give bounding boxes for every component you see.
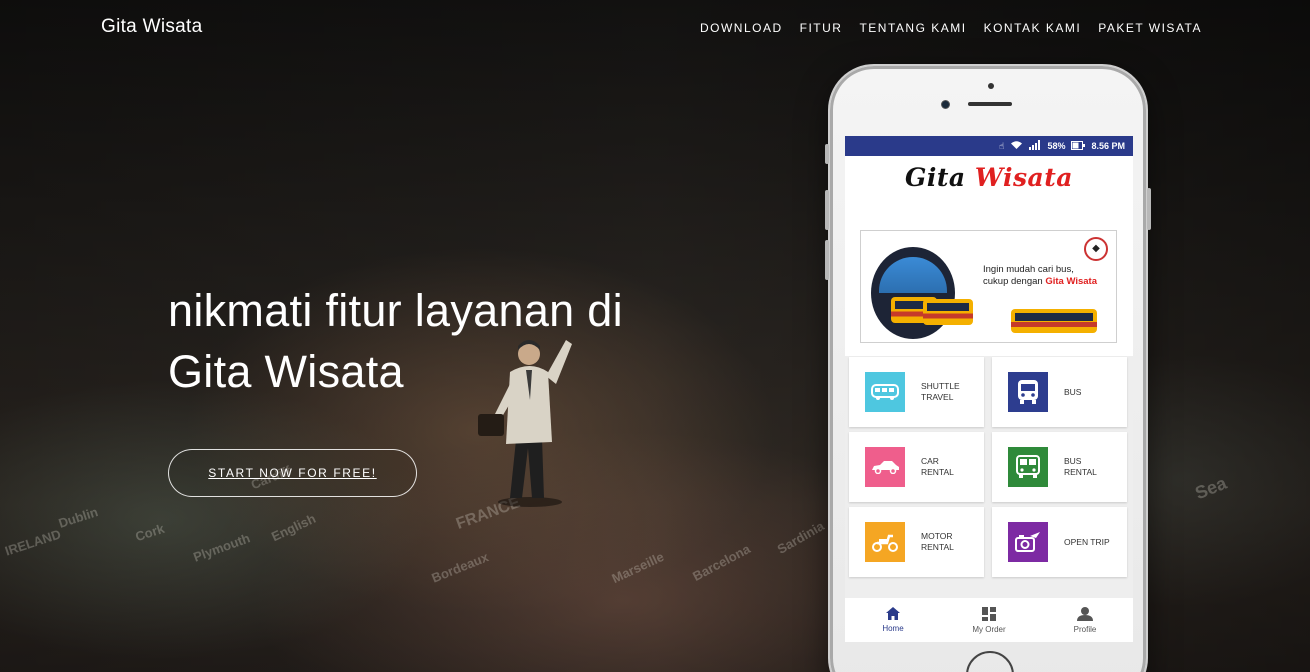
tile-bus[interactable]: BUS — [992, 357, 1127, 427]
phone-side-button — [1147, 188, 1151, 230]
banner-text: Ingin mudah cari bus, cukup dengan Gita … — [983, 264, 1097, 288]
app-header: Gita Wisata Ingin mudah cari bus, cukup … — [845, 156, 1133, 356]
banner-line2-brand: Gita Wisata — [1045, 276, 1097, 287]
status-time: 8.56 PM — [1091, 141, 1125, 151]
dashboard-icon — [982, 606, 996, 621]
banner-line2-prefix: cukup dengan — [983, 276, 1043, 287]
battery-percent: 58% — [1047, 141, 1066, 151]
bottom-navigation: Home My Order Profile — [845, 598, 1133, 642]
bottom-nav-label: Home — [882, 624, 904, 633]
bus-rental-icon — [1008, 447, 1048, 487]
company-logo-icon: ◆ — [1084, 237, 1108, 261]
terminal-illustration — [871, 247, 955, 339]
touch-icon: ☝ — [998, 140, 1005, 151]
earpiece-speaker — [968, 102, 1012, 106]
wifi-icon — [1010, 140, 1023, 152]
app-title-part1: Gita — [905, 163, 966, 192]
shuttle-icon — [865, 372, 905, 412]
promo-banner[interactable]: Ingin mudah cari bus, cukup dengan Gita … — [860, 230, 1117, 343]
tile-label: OPEN TRIP — [1064, 536, 1110, 547]
nav-tentang-kami[interactable]: TENTANG KAMI — [859, 21, 966, 35]
scooter-icon — [865, 522, 905, 562]
hero-headline: nikmati fitur layanan di Gita Wisata — [168, 280, 688, 402]
tile-label: BUS RENTAL — [1064, 456, 1097, 477]
nav-kontak-kami[interactable]: KONTAK KAMI — [984, 21, 1082, 35]
battery-icon — [1071, 140, 1086, 152]
app-title: Gita Wisata — [845, 163, 1133, 192]
phone-screen: ☝ 58% 8.56 PM Gita Wisata Ingin mudah ca… — [845, 136, 1133, 642]
open-trip-icon — [1008, 522, 1048, 562]
tile-car-rental[interactable]: CAR RENTAL — [849, 432, 984, 502]
tile-label: MOTOR RENTAL — [921, 531, 954, 552]
proximity-sensor — [988, 83, 994, 89]
tile-open-trip[interactable]: OPEN TRIP — [992, 507, 1127, 577]
status-bar: ☝ 58% 8.56 PM — [845, 136, 1133, 156]
main-nav: DOWNLOAD FITUR TENTANG KAMI KONTAK KAMI … — [700, 21, 1202, 35]
phone-home-button — [966, 651, 1014, 672]
bottom-nav-my-order[interactable]: My Order — [949, 606, 1029, 634]
bottom-nav-label: My Order — [972, 624, 1006, 634]
bottom-nav-home[interactable]: Home — [853, 607, 933, 633]
bus-illustration — [923, 299, 973, 325]
tile-motor-rental[interactable]: MOTOR RENTAL — [849, 507, 984, 577]
phone-side-button — [825, 240, 829, 280]
start-now-button[interactable]: START NOW FOR FREE! — [168, 449, 417, 497]
tile-shuttle-travel[interactable]: SHUTTLE TRAVEL — [849, 357, 984, 427]
nav-download[interactable]: DOWNLOAD — [700, 21, 783, 35]
hero-headline-line1: nikmati fitur layanan di — [168, 285, 623, 336]
car-icon — [865, 447, 905, 487]
service-grid: SHUTTLE TRAVEL BUS CAR RENTAL BUS RENTAL — [845, 356, 1133, 577]
signal-icon — [1029, 140, 1041, 152]
bus-illustration — [1011, 309, 1097, 333]
app-title-part2: Wisata — [974, 163, 1073, 192]
site-brand[interactable]: Gita Wisata — [101, 16, 203, 38]
banner-line1: Ingin mudah cari bus, — [983, 264, 1074, 275]
home-icon — [886, 607, 900, 620]
front-camera — [941, 100, 950, 109]
phone-side-button — [825, 190, 829, 230]
bottom-nav-label: Profile — [1073, 624, 1097, 634]
phone-side-button — [825, 144, 829, 164]
tile-label: CAR RENTAL — [921, 456, 954, 477]
tile-label: SHUTTLE TRAVEL — [921, 381, 960, 402]
nav-fitur[interactable]: FITUR — [800, 21, 843, 35]
bottom-nav-profile[interactable]: Profile — [1045, 606, 1125, 634]
bus-icon — [1008, 372, 1048, 412]
profile-icon — [1077, 606, 1093, 621]
hero-headline-line2: Gita Wisata — [168, 346, 404, 397]
nav-paket-wisata[interactable]: PAKET WISATA — [1098, 21, 1202, 35]
tile-label: BUS — [1064, 386, 1082, 397]
tile-bus-rental[interactable]: BUS RENTAL — [992, 432, 1127, 502]
phone-mockup: ☝ 58% 8.56 PM Gita Wisata Ingin mudah ca… — [825, 64, 1151, 672]
